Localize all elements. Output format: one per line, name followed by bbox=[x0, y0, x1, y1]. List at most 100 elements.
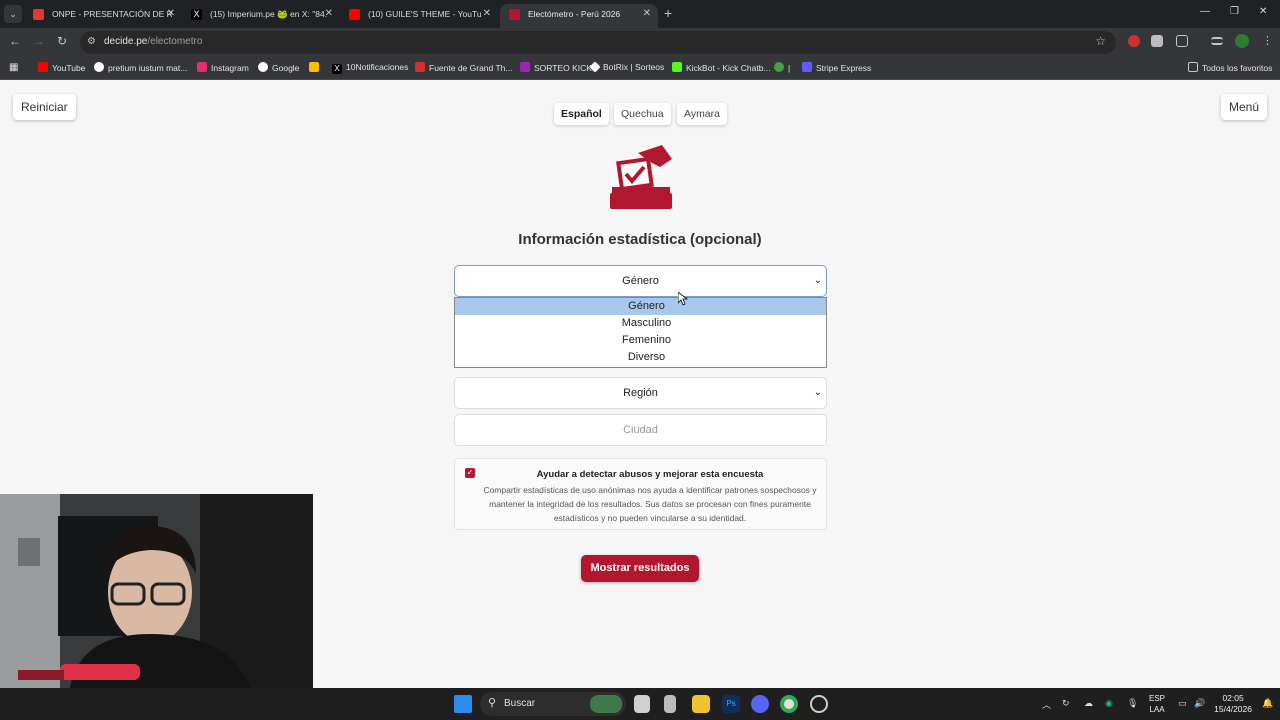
browser-menu-icon[interactable]: ⋮ bbox=[1262, 34, 1273, 47]
bookmark-sorteo-kick[interactable]: SORTEO KICK bbox=[520, 62, 592, 73]
close-tab-icon[interactable]: ✕ bbox=[483, 4, 491, 24]
browser-tab-electometro[interactable]: Electómetro - Perú 2026 ✕ bbox=[500, 4, 658, 28]
minimize-icon[interactable]: — bbox=[1200, 6, 1210, 17]
bookmark-botrix[interactable]: BotRix | Sorteos bbox=[589, 61, 664, 73]
dropdown-option-genero[interactable]: Género bbox=[455, 298, 826, 315]
close-tab-icon[interactable]: ✕ bbox=[643, 4, 651, 24]
onpe-favicon-icon bbox=[33, 9, 44, 20]
bookmark-pinwheel[interactable] bbox=[309, 62, 323, 73]
keyboard-language-indicator[interactable]: ESP LAA bbox=[1149, 693, 1165, 715]
star-burst-icon bbox=[520, 62, 530, 72]
whatsapp-icon bbox=[774, 62, 784, 72]
gender-select[interactable]: Género ⌄ bbox=[454, 265, 827, 297]
close-window-icon[interactable]: ✕ bbox=[1259, 6, 1267, 17]
bookmarks-bar: ▦ YouTube pretium iustum mat... Instagra… bbox=[0, 56, 1280, 80]
bookmark-instagram[interactable]: Instagram bbox=[197, 62, 249, 73]
browser-tab-youtube[interactable]: (10) GUILE'S THEME - YouTu ✕ bbox=[340, 4, 498, 28]
notifications-icon[interactable]: 🔔 bbox=[1262, 698, 1273, 709]
microphone-icon[interactable]: 🎙 bbox=[1127, 698, 1138, 709]
city-input[interactable]: Ciudad bbox=[454, 414, 827, 446]
obs-icon[interactable] bbox=[810, 695, 828, 713]
media-controls-icon[interactable] bbox=[1211, 37, 1223, 45]
profile-avatar-icon[interactable] bbox=[1235, 34, 1249, 48]
site-info-icon[interactable]: ⚙ bbox=[87, 36, 99, 48]
app-icon[interactable] bbox=[664, 695, 676, 713]
show-hidden-icons-icon[interactable]: ︿ bbox=[1042, 698, 1051, 711]
google-icon bbox=[258, 62, 268, 72]
language-tab-quechua[interactable]: Quechua bbox=[614, 103, 671, 125]
file-explorer-icon[interactable] bbox=[692, 695, 710, 713]
x-icon: X bbox=[332, 64, 342, 74]
youtube-favicon-icon bbox=[349, 9, 360, 20]
apps-grid-icon[interactable]: ▦ bbox=[9, 62, 18, 73]
chevron-down-icon: ⌄ bbox=[813, 387, 822, 398]
bookmark-10notificaciones[interactable]: X 10Notificaciones bbox=[332, 62, 408, 74]
search-highlight-image bbox=[590, 695, 622, 713]
bookmark-grand-theft[interactable]: Fuente de Grand Th... bbox=[415, 62, 512, 73]
browser-toolbar: ← → ↻ ⚙ decide.pe/electometro ☆ ⋮ bbox=[0, 28, 1280, 56]
bookmark-star-icon[interactable]: ☆ bbox=[1095, 34, 1106, 48]
show-results-button[interactable]: Mostrar resultados bbox=[581, 555, 699, 582]
mouse-cursor-icon bbox=[678, 292, 688, 306]
gender-select-value: Género bbox=[622, 275, 659, 287]
extension-red-icon[interactable] bbox=[1128, 35, 1140, 47]
tab-search-chevron-down-icon[interactable]: ⌄ bbox=[4, 5, 22, 23]
extension-card-icon[interactable] bbox=[1151, 35, 1163, 47]
close-tab-icon[interactable]: ✕ bbox=[167, 4, 175, 24]
network-icon[interactable]: ▭ bbox=[1178, 698, 1187, 709]
region-select-value: Región bbox=[623, 387, 658, 399]
sync-icon[interactable]: ↻ bbox=[1062, 698, 1070, 709]
search-icon: ⚲ bbox=[488, 697, 497, 709]
consent-title: Ayudar a detectar abusos y mejorar esta … bbox=[536, 469, 764, 480]
cloud-icon[interactable]: ☁ bbox=[1084, 698, 1093, 709]
x-favicon-icon: X bbox=[191, 9, 202, 20]
tab-title: (15) Imperium.pe 🐸 en X: "84. bbox=[210, 9, 328, 19]
reload-icon[interactable]: ↻ bbox=[57, 34, 67, 48]
discord-icon[interactable] bbox=[751, 695, 769, 713]
browser-tab-x[interactable]: X (15) Imperium.pe 🐸 en X: "84. ✕ bbox=[182, 4, 340, 28]
new-tab-plus-icon[interactable]: + bbox=[664, 5, 672, 21]
tab-title: ONPE - PRESENTACIÓN DE RES bbox=[52, 9, 172, 19]
security-icon[interactable]: ◉ bbox=[1105, 698, 1113, 709]
extensions-puzzle-icon[interactable] bbox=[1176, 35, 1188, 47]
address-bar[interactable]: ⚙ decide.pe/electometro ☆ bbox=[80, 31, 1116, 54]
taskbar-search[interactable]: ⚲ Buscar bbox=[480, 692, 626, 716]
webcam-person-image bbox=[0, 494, 313, 688]
bookmark-kickbot[interactable]: KickBot - Kick Chatb... bbox=[672, 62, 771, 73]
gender-dropdown-list: Género Masculino Femenino Diverso bbox=[454, 297, 827, 368]
photoshop-icon[interactable]: Ps bbox=[722, 695, 740, 713]
pinwheel-icon bbox=[309, 62, 319, 72]
task-view-icon[interactable] bbox=[634, 695, 650, 713]
consent-box: ✓ Ayudar a detectar abusos y mejorar est… bbox=[454, 458, 827, 530]
windows-taskbar: ⚲ Buscar Ps ︿ ↻ ☁ ◉ 🎙 ESP LAA ▭ 🔊 02:05 … bbox=[0, 688, 1280, 720]
restart-button[interactable]: Reiniciar bbox=[13, 94, 76, 120]
youtube-icon bbox=[38, 62, 48, 72]
volume-icon[interactable]: 🔊 bbox=[1194, 698, 1205, 709]
stripe-icon bbox=[802, 62, 812, 72]
region-select[interactable]: Región ⌄ bbox=[454, 377, 827, 409]
all-bookmarks-folder[interactable]: Todos los favoritos bbox=[1188, 62, 1272, 73]
windows-start-icon[interactable] bbox=[454, 695, 472, 713]
dropdown-option-masculino[interactable]: Masculino bbox=[455, 315, 826, 332]
bookmark-whatsapp[interactable]: | bbox=[774, 62, 790, 73]
back-arrow-icon[interactable]: ← bbox=[9, 34, 21, 48]
taskbar-clock[interactable]: 02:05 15/4/2026 bbox=[1214, 693, 1252, 715]
bookmark-pretium[interactable]: pretium iustum mat... bbox=[94, 62, 187, 73]
menu-button[interactable]: Menú bbox=[1220, 94, 1267, 120]
bookmark-google[interactable]: Google bbox=[258, 62, 299, 73]
language-tab-aymara[interactable]: Aymara bbox=[677, 103, 727, 125]
ballot-box-logo-icon bbox=[610, 145, 672, 209]
dropdown-option-femenino[interactable]: Femenino bbox=[455, 332, 826, 349]
language-tab-espanol[interactable]: Español bbox=[554, 103, 609, 125]
restore-icon[interactable]: ❐ bbox=[1230, 6, 1239, 17]
bookmark-stripe[interactable]: Stripe Express bbox=[802, 62, 871, 73]
google-g-icon bbox=[94, 62, 104, 72]
forward-arrow-icon[interactable]: → bbox=[33, 34, 45, 48]
browser-tab-onpe[interactable]: ONPE - PRESENTACIÓN DE RES ✕ bbox=[24, 4, 182, 28]
chrome-icon[interactable] bbox=[780, 695, 798, 713]
consent-checkbox[interactable]: ✓ bbox=[465, 468, 475, 478]
folder-icon bbox=[1188, 62, 1198, 72]
close-tab-icon[interactable]: ✕ bbox=[325, 4, 333, 24]
bookmark-youtube[interactable]: YouTube bbox=[38, 62, 85, 73]
dropdown-option-diverso[interactable]: Diverso bbox=[455, 349, 826, 366]
